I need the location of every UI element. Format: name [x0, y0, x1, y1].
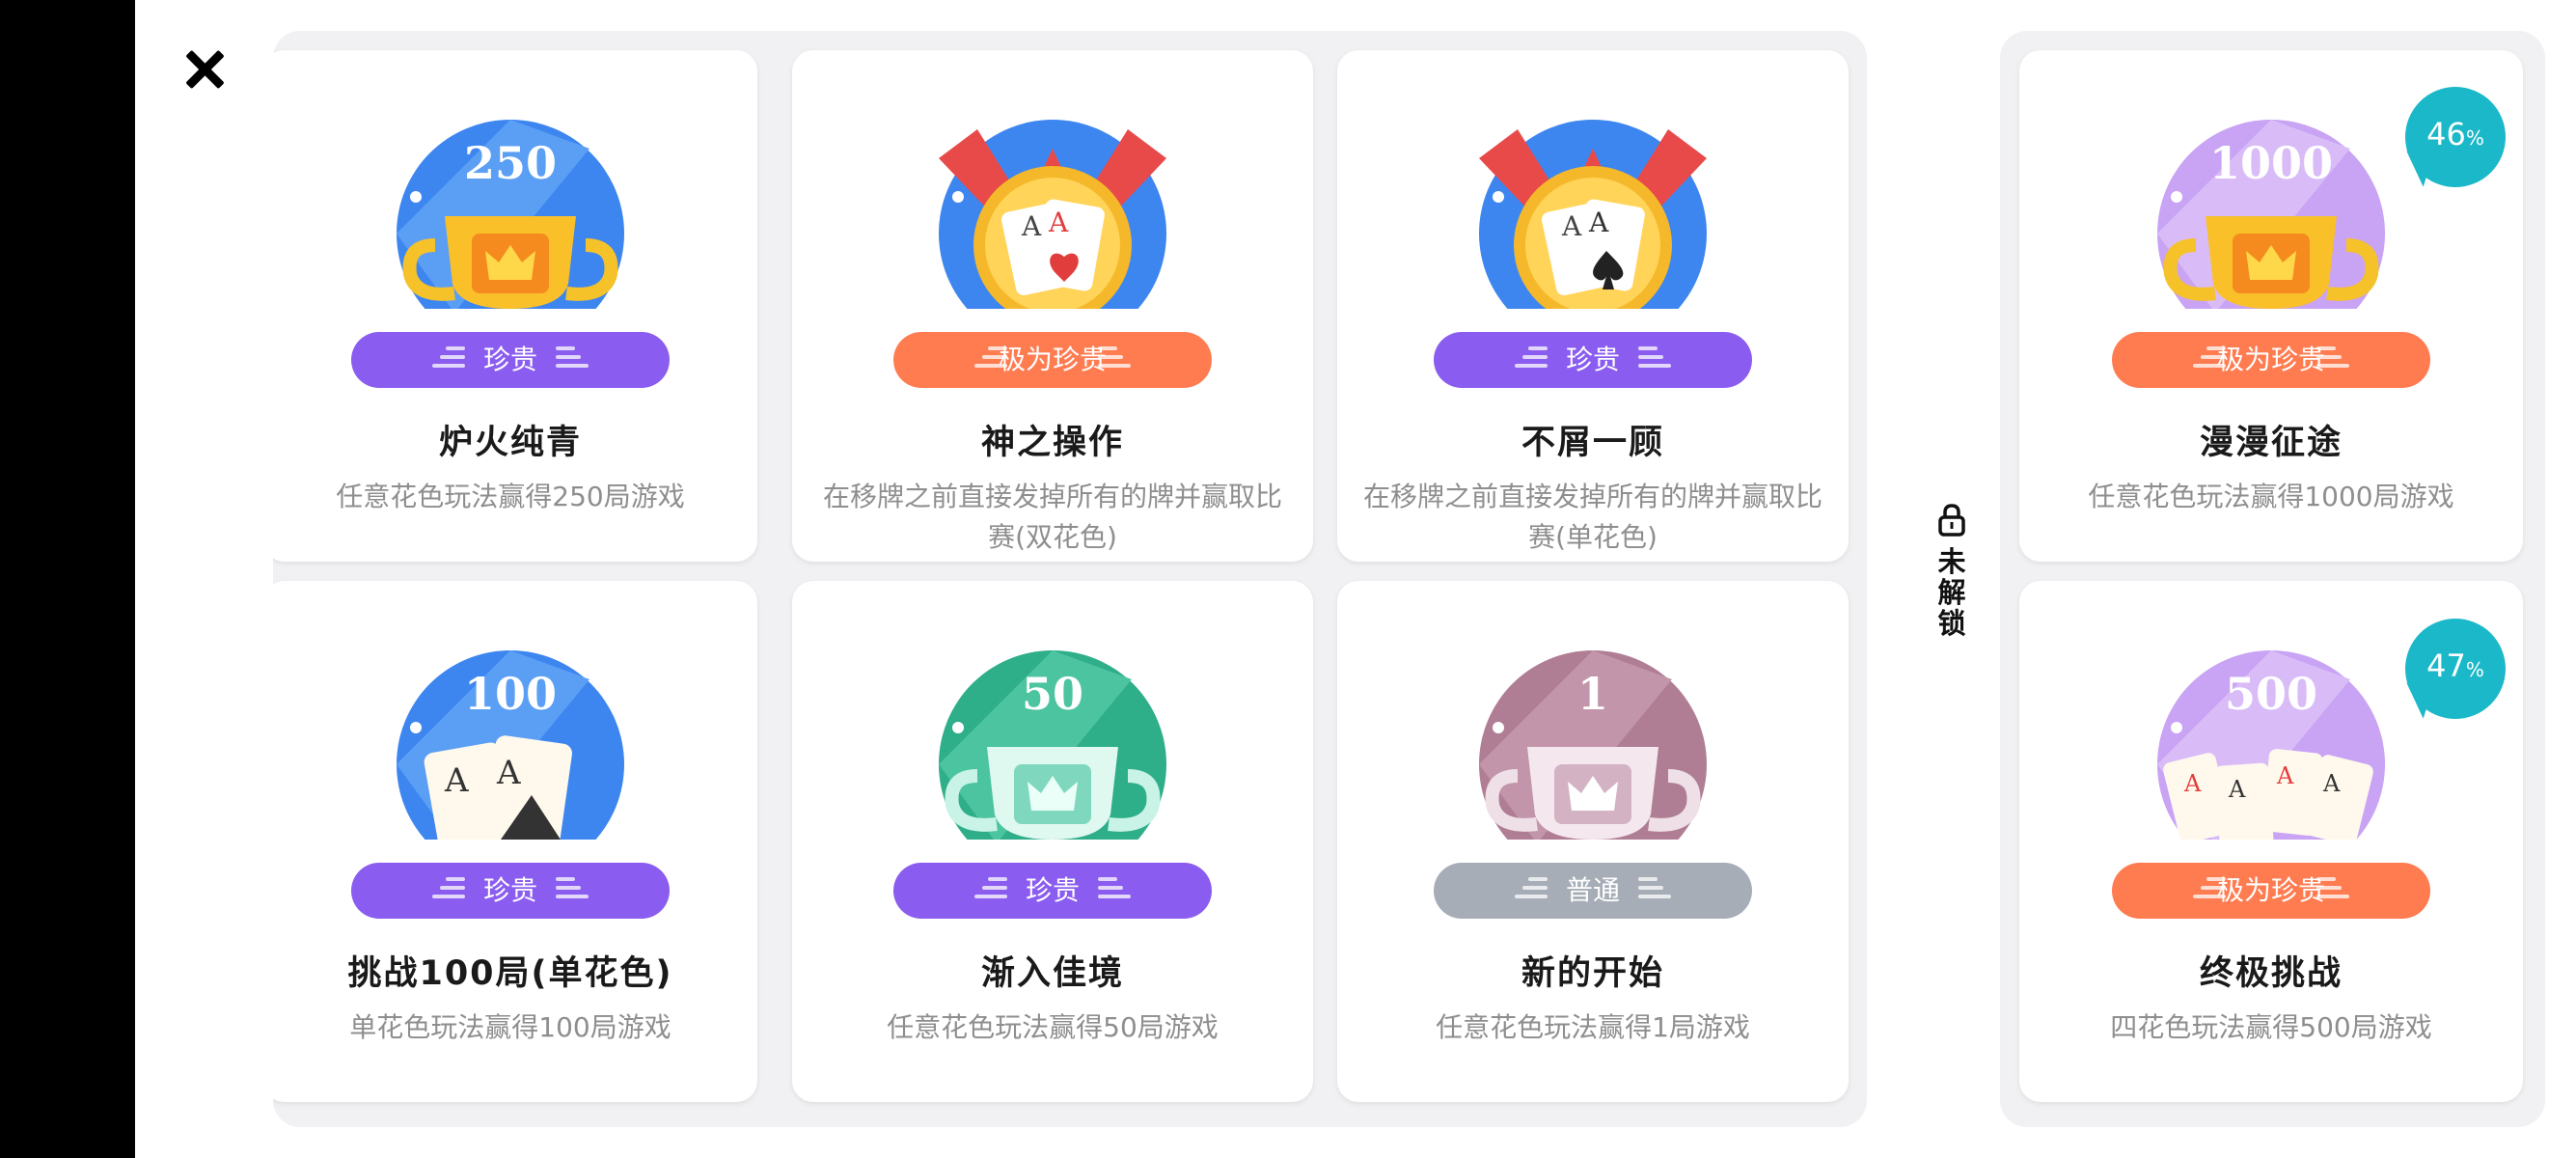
svg-text:A: A [1588, 207, 1609, 238]
progress-unit: % [2465, 658, 2484, 681]
rarity-badge: 普通 [1434, 863, 1752, 919]
progress-bubble: 47% [2398, 619, 2506, 719]
progress-bubble: 46% [2398, 87, 2506, 187]
achievement-description: 任意花色玩法赢得1000局游戏 [2088, 481, 2454, 512]
progress-value: 47 [2426, 648, 2466, 684]
achievement-description: 任意花色玩法赢得1局游戏 [1436, 1011, 1750, 1043]
svg-text:A: A [2276, 762, 2294, 789]
svg-text:A: A [2183, 770, 2202, 797]
badge-number: 100 [463, 668, 558, 720]
achievement-card[interactable]: 50 珍贵 渐入佳境 任意花色玩法赢得50局游戏 [792, 581, 1313, 1102]
achievement-title: 神之操作 [980, 424, 1124, 462]
achievement-card[interactable]: A A 珍贵 不屑一顾 在移牌之前直接发掉所有的牌并赢取比赛(单花色) [1337, 50, 1849, 562]
mauve-trophy-badge-icon: 1 [1479, 650, 1707, 840]
close-icon[interactable] [181, 46, 228, 93]
achievement-card[interactable]: 1 普通 新的开始 任意花色玩法赢得1局游戏 [1337, 581, 1849, 1102]
rarity-label: 极为珍贵 [998, 344, 1107, 375]
rarity-label: 珍贵 [1565, 344, 1620, 375]
rarity-label: 珍贵 [482, 874, 537, 906]
achievement-description: 在移牌之前直接发掉所有的牌并赢取比赛(双花色) [822, 481, 1282, 553]
locked-section-label: 未解锁 [1932, 504, 1971, 639]
svg-text:A: A [496, 754, 521, 792]
aces-spades-medal-icon: A A [1479, 120, 1707, 309]
rarity-label: 极为珍贵 [2216, 344, 2325, 375]
svg-text:A: A [2322, 770, 2341, 797]
progress-unit: % [2465, 126, 2484, 150]
achievement-card[interactable]: A A 100 珍贵 挑战100局(单花色) 单花色玩法赢得100局游戏 [273, 581, 757, 1102]
achievement-title: 终极挑战 [2199, 954, 2343, 993]
rarity-badge: 极为珍贵 [893, 332, 1212, 388]
achievement-description: 四花色玩法赢得500局游戏 [2110, 1011, 2432, 1043]
rarity-badge: 珍贵 [351, 863, 670, 919]
faded-aces-badge-icon: A A A A 500 [2157, 650, 2385, 840]
badge-number: 250 [463, 137, 558, 189]
rarity-label: 珍贵 [482, 344, 537, 375]
svg-text:A: A [1021, 210, 1042, 242]
achievement-card[interactable]: 250 珍贵 炉火纯青 任意花色玩法赢得250局游戏 [273, 50, 757, 562]
svg-text:A: A [1048, 207, 1069, 238]
green-trophy-badge-icon: 50 [939, 650, 1166, 840]
svg-text:A: A [2228, 776, 2246, 803]
achievement-description: 任意花色玩法赢得250局游戏 [336, 481, 685, 512]
lock-icon [1938, 504, 1965, 537]
badge-number: 1 [1576, 668, 1608, 720]
achievement-card[interactable]: A A 极为珍贵 神之操作 在移牌之前直接发掉所有的牌并赢取比赛(双花色) [792, 50, 1313, 562]
rarity-label: 极为珍贵 [2216, 874, 2325, 906]
badge-number: 1000 [2208, 137, 2334, 189]
faded-trophy-badge-icon: 1000 [2157, 120, 2385, 309]
rarity-label: 普通 [1565, 874, 1620, 906]
achievement-title: 不屑一顾 [1521, 424, 1664, 462]
rarity-badge: 极为珍贵 [2112, 332, 2430, 388]
trophy-badge-icon: 250 [397, 120, 624, 309]
rarity-badge: 珍贵 [1434, 332, 1752, 388]
achievement-title: 新的开始 [1521, 954, 1664, 993]
svg-text:A: A [444, 761, 469, 800]
rarity-badge: 珍贵 [351, 332, 670, 388]
achievement-title: 炉火纯青 [438, 424, 582, 462]
progress-value: 46 [2426, 116, 2466, 152]
badge-number: 500 [2224, 668, 2318, 720]
aces-hearts-medal-icon: A A [939, 120, 1166, 309]
unlocked-achievements-panel: 250 珍贵 炉火纯青 任意花色玩法赢得250局游戏 A A 极为珍贵 神之操作… [273, 31, 1867, 1127]
achievement-description: 在移牌之前直接发掉所有的牌并赢取比赛(单花色) [1362, 481, 1822, 553]
two-aces-badge-icon: A A 100 [397, 650, 624, 840]
achievement-title: 挑战100局(单花色) [347, 954, 673, 993]
achievement-description: 任意花色玩法赢得50局游戏 [887, 1011, 1219, 1043]
badge-number: 50 [1021, 668, 1083, 720]
rarity-label: 珍贵 [1025, 874, 1080, 906]
svg-text:A: A [1561, 210, 1582, 242]
rarity-badge: 珍贵 [893, 863, 1212, 919]
locked-achievements-panel: 1000 极为珍贵 漫漫征途 任意花色玩法赢得1000局游戏 A A A A 5… [2000, 31, 2545, 1127]
achievement-title: 漫漫征途 [2199, 424, 2343, 462]
achievement-title: 渐入佳境 [980, 954, 1124, 993]
locked-label: 未解锁 [1937, 545, 1966, 640]
rarity-badge: 极为珍贵 [2112, 863, 2430, 919]
achievement-description: 单花色玩法赢得100局游戏 [349, 1011, 671, 1043]
left-black-bar [0, 0, 135, 1158]
